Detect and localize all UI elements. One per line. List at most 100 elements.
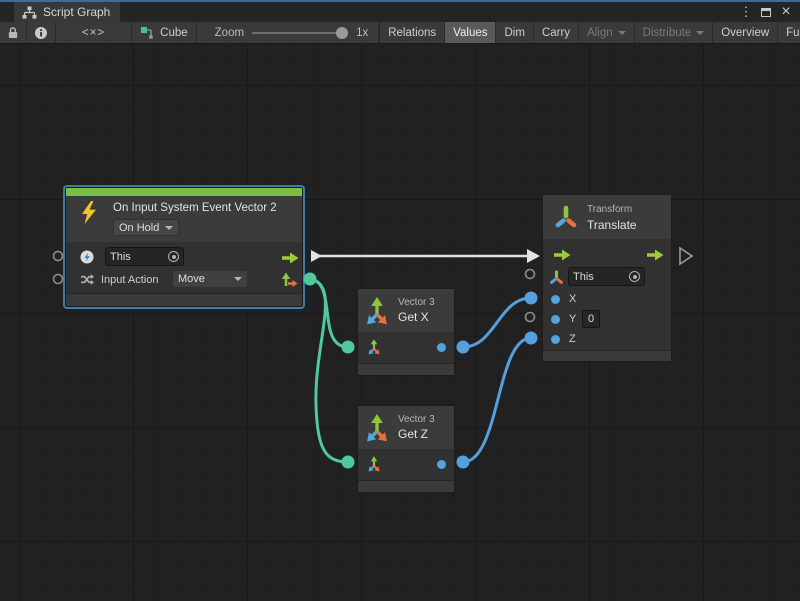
get-x-title: Get X: [398, 310, 429, 324]
carry-label: Carry: [542, 27, 570, 39]
translate-x-label: X: [569, 293, 576, 305]
graph-name-label: Cube: [160, 27, 188, 39]
vector3-icon: [363, 293, 391, 334]
translate-title: Translate: [587, 218, 637, 232]
fullscreen-button[interactable]: Full Screen: [777, 22, 800, 43]
dim-button[interactable]: Dim: [495, 22, 532, 43]
event-vector2-output-knob[interactable]: [304, 273, 317, 286]
input-system-icon: [80, 250, 94, 269]
vector3-input-port-icon[interactable]: [366, 337, 382, 362]
values-label: Values: [453, 27, 487, 39]
translate-x-input-knob[interactable]: [525, 292, 538, 305]
relations-label: Relations: [388, 27, 436, 39]
event-node-footer: [66, 293, 302, 306]
transform-icon: [554, 203, 578, 236]
info-button[interactable]: [27, 22, 56, 43]
input-action-label: Input Action: [101, 274, 159, 286]
wire-get-x-to-translate-x[interactable]: [463, 298, 531, 347]
align-label: Align: [587, 27, 613, 39]
node-transform-translate[interactable]: Transform Translate This: [542, 194, 672, 362]
translate-x-port[interactable]: [551, 295, 560, 304]
window-controls: ⋮ ×: [738, 2, 800, 22]
carry-button[interactable]: Carry: [533, 22, 578, 43]
input-action-value: Move: [178, 273, 205, 285]
node-vector3-get-x[interactable]: Vector 3 Get X: [357, 288, 455, 376]
maximize-icon[interactable]: [758, 4, 774, 20]
align-button[interactable]: Align: [578, 22, 634, 43]
flow-input-arrow-icon[interactable]: [553, 248, 571, 266]
translate-flow-output-triangle[interactable]: [680, 248, 692, 264]
chevron-down-icon: [618, 31, 626, 35]
tab-script-graph[interactable]: Script Graph: [14, 2, 120, 22]
fullscreen-label: Full Screen: [786, 27, 800, 39]
get-x-category: Vector 3: [398, 297, 435, 308]
chevron-down-icon: [696, 31, 704, 35]
transform-port-icon: [549, 269, 564, 291]
event-mode-value: On Hold: [119, 222, 159, 234]
code-preview-button[interactable]: <×>: [56, 22, 132, 43]
event-this-field[interactable]: This: [105, 247, 184, 266]
zoom-slider-handle[interactable]: [336, 27, 348, 39]
dim-label: Dim: [504, 27, 524, 39]
relations-button[interactable]: Relations: [379, 22, 444, 43]
event-this-value: This: [110, 251, 131, 263]
zoom-label: Zoom: [215, 27, 244, 39]
lock-button[interactable]: [0, 22, 27, 43]
graph-icon: [140, 26, 154, 39]
translate-footer: [543, 350, 671, 361]
flow-output-arrow-icon[interactable]: [646, 248, 664, 266]
chevron-down-icon: [165, 226, 173, 230]
get-x-output-port[interactable]: [437, 343, 446, 352]
translate-y-input-ring[interactable]: [526, 313, 535, 322]
flow-wire-start-arrow: [311, 250, 322, 262]
vector3-input-port-icon[interactable]: [366, 454, 382, 479]
title-bar: Script Graph ⋮ ×: [0, 0, 800, 22]
node-on-input-system-event[interactable]: On Input System Event Vector 2 On Hold T…: [65, 187, 303, 307]
vector2-output-icon[interactable]: [281, 272, 298, 293]
translate-this-input-ring[interactable]: [526, 270, 535, 279]
graph-canvas[interactable]: On Input System Event Vector 2 On Hold T…: [0, 44, 800, 601]
wire-event-to-get-x[interactable]: [310, 279, 348, 347]
get-z-category: Vector 3: [398, 414, 435, 425]
get-z-title: Get Z: [398, 427, 428, 441]
input-action-icon: [80, 273, 94, 291]
get-z-output-knob[interactable]: [457, 456, 470, 469]
overview-button[interactable]: Overview: [712, 22, 777, 43]
wire-get-z-to-translate-z[interactable]: [463, 338, 531, 462]
overview-label: Overview: [721, 27, 769, 39]
event-mode-dropdown[interactable]: On Hold: [113, 219, 179, 236]
get-z-footer: [358, 480, 454, 492]
zoom-value: 1x: [356, 27, 368, 39]
get-z-output-port[interactable]: [437, 460, 446, 469]
translate-z-input-knob[interactable]: [525, 332, 538, 345]
flow-output-arrow-icon[interactable]: [281, 251, 299, 269]
graph-breadcrumb[interactable]: Cube: [132, 22, 197, 43]
object-picker-icon[interactable]: [629, 271, 640, 282]
zoom-slider[interactable]: [252, 32, 348, 34]
chevron-down-icon: [234, 277, 242, 281]
close-icon[interactable]: ×: [778, 4, 794, 20]
info-icon: [34, 26, 48, 40]
object-picker-icon[interactable]: [168, 251, 179, 262]
distribute-button[interactable]: Distribute: [634, 22, 713, 43]
distribute-label: Distribute: [643, 27, 692, 39]
wire-event-to-get-z[interactable]: [310, 279, 348, 462]
event-flow-input-ring[interactable]: [54, 252, 63, 261]
node-vector3-get-z[interactable]: Vector 3 Get Z: [357, 405, 455, 493]
tab-label: Script Graph: [43, 5, 110, 19]
translate-z-port[interactable]: [551, 335, 560, 344]
script-graph-hierarchy-icon: [22, 6, 37, 19]
get-x-input-knob[interactable]: [342, 341, 355, 354]
input-action-dropdown[interactable]: Move: [172, 270, 248, 288]
more-menu-icon[interactable]: ⋮: [738, 4, 754, 20]
translate-y-port[interactable]: [551, 315, 560, 324]
translate-y-value-field[interactable]: 0: [582, 310, 600, 328]
event-action-input-ring[interactable]: [54, 275, 63, 284]
lightning-bolt-icon: [80, 201, 98, 230]
get-x-output-knob[interactable]: [457, 341, 470, 354]
values-button[interactable]: Values: [444, 22, 495, 43]
get-x-footer: [358, 363, 454, 375]
get-z-input-knob[interactable]: [342, 456, 355, 469]
translate-this-field[interactable]: This: [568, 267, 645, 286]
translate-this-value: This: [573, 271, 594, 283]
